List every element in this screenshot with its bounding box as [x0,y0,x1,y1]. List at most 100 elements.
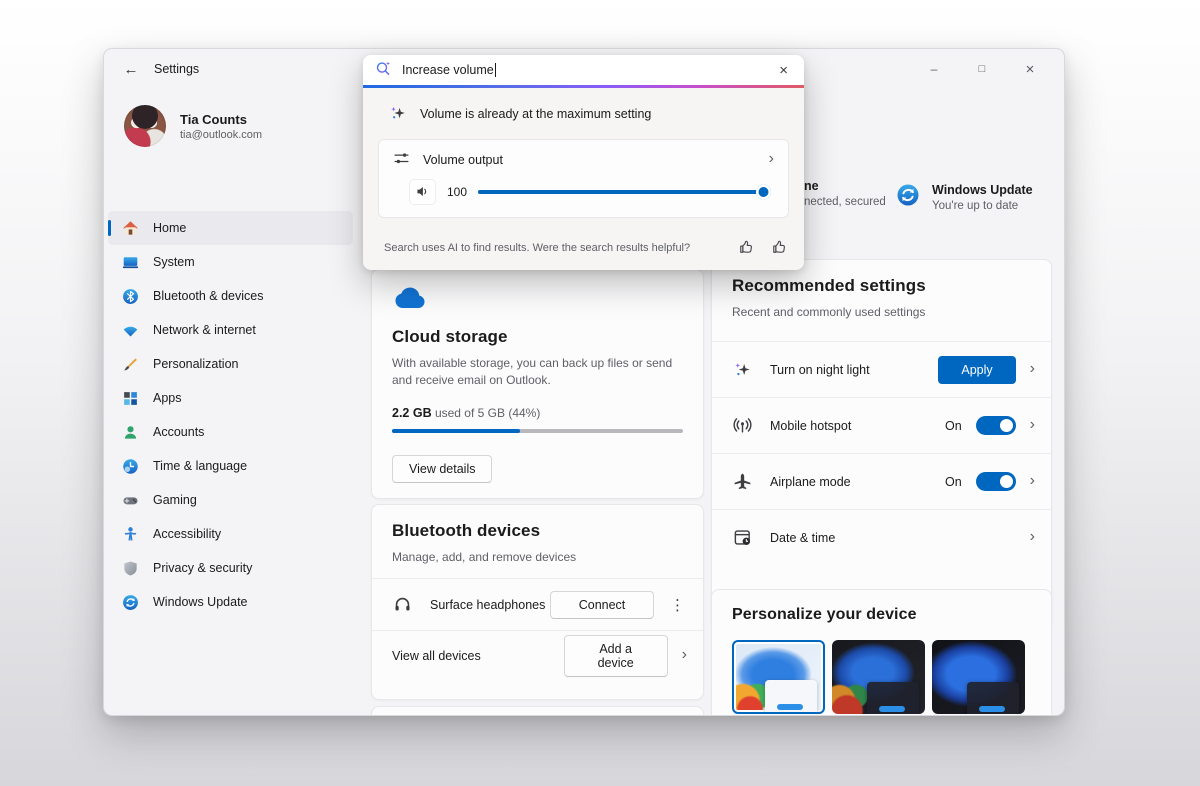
cloud-storage-description: With available storage, you can back up … [392,355,683,390]
connect-button[interactable]: Connect [550,591,654,619]
search-close-icon[interactable]: × [775,62,792,79]
sidebar-item-label: Accounts [153,425,204,439]
mobile-hotspot-row[interactable]: Mobile hotspot On › [712,397,1051,453]
maximize-icon: □ [979,63,986,75]
sidebar-item-system[interactable]: System [108,245,353,279]
sidebar-item-label: Gaming [153,493,197,507]
ai-sparkle-icon [389,104,407,125]
date-time-label: Date & time [770,531,835,545]
sidebar-item-accounts[interactable]: Accounts [108,415,353,449]
volume-slider[interactable] [478,190,764,194]
speaker-button[interactable] [409,179,436,205]
network-status-fragment: nected, secured [804,196,886,208]
chevron-right-icon[interactable]: › [1030,361,1035,379]
more-options-icon[interactable]: ⋮ [668,596,687,614]
bluetooth-title: Bluetooth devices [392,521,683,541]
shield-icon [122,560,139,577]
theme-thumbnail-dark[interactable] [832,640,925,714]
sidebar: Tia Counts tia@outlook.com Home System B… [104,89,361,715]
windows-update-status-card[interactable]: Windows Update You're up to date [896,183,1033,212]
maximize-button[interactable]: □ [962,56,1002,82]
bluetooth-device-row[interactable]: Surface headphones Connect ⋮ [372,578,703,630]
back-arrow-icon: ← [124,61,139,78]
hotspot-state: On [945,419,962,433]
ai-answer-text: Volume is already at the maximum setting [420,107,651,121]
volume-slider-thumb[interactable] [756,184,771,199]
sidebar-item-time-language[interactable]: Time & language [108,449,353,483]
sidebar-item-windows-update[interactable]: Windows Update [108,585,353,619]
system-icon [122,254,139,271]
network-name-fragment: ne [804,179,886,193]
sidebar-item-gaming[interactable]: Gaming [108,483,353,517]
volume-output-card[interactable]: Volume output › 100 [378,139,789,218]
night-light-label: Turn on night light [770,363,870,377]
volume-mixer-icon [393,150,410,170]
sidebar-nav: Home System Bluetooth & devices Network … [108,211,353,619]
sidebar-item-label: Bluetooth & devices [153,289,264,303]
sidebar-item-label: Privacy & security [153,561,252,575]
device-name: Surface headphones [430,598,545,612]
theme-thumbnails [732,640,1031,714]
search-gradient-underline [363,85,804,88]
chevron-right-icon[interactable]: › [1030,473,1035,491]
date-time-row[interactable]: Date & time › [712,509,1051,565]
paintbrush-icon [122,356,139,373]
view-all-devices-row[interactable]: View all devices Add a device › [372,630,703,680]
windows-update-title: Windows Update [932,183,1033,197]
back-button[interactable]: ← [118,57,144,81]
window-title: Settings [154,62,199,76]
sidebar-item-home[interactable]: Home [108,211,353,245]
search-input[interactable]: Increase volume [402,63,496,77]
theme-thumbnail-light[interactable] [732,640,825,714]
personalize-title: Personalize your device [732,606,1031,624]
personalize-card: Personalize your device [711,589,1052,716]
add-device-button[interactable]: Add a device [564,635,668,677]
sidebar-item-apps[interactable]: Apps [108,381,353,415]
night-light-row[interactable]: Turn on night light Apply › [712,341,1051,397]
search-footer-text: Search uses AI to find results. Were the… [384,242,690,254]
headphones-icon [392,595,412,615]
cloud-storage-card: Cloud storage With available storage, yo… [371,269,704,499]
chevron-right-icon[interactable]: › [1030,529,1035,547]
update-icon [122,594,139,611]
airplane-state: On [945,475,962,489]
sidebar-item-label: Personalization [153,357,238,371]
sidebar-item-privacy-security[interactable]: Privacy & security [108,551,353,585]
search-bar[interactable]: Increase volume × [363,55,804,85]
bluetooth-subtitle: Manage, add, and remove devices [392,549,683,566]
mobile-hotspot-label: Mobile hotspot [770,419,851,433]
sidebar-item-label: Apps [153,391,182,405]
airplane-icon [732,472,752,492]
hotspot-toggle[interactable] [976,416,1016,435]
sidebar-item-personalization[interactable]: Personalization [108,347,353,381]
gamepad-icon [122,492,139,509]
sidebar-item-accessibility[interactable]: Accessibility [108,517,353,551]
recommended-subtitle: Recent and commonly used settings [732,304,1031,321]
airplane-mode-row[interactable]: Airplane mode On › [712,453,1051,509]
home-icon [122,220,139,237]
apps-grid-icon [122,390,139,407]
sidebar-item-network-internet[interactable]: Network & internet [108,313,353,347]
volume-value: 100 [436,185,478,199]
chevron-right-icon[interactable]: › [682,647,687,665]
close-button[interactable]: × [1010,56,1050,82]
chevron-right-icon[interactable]: › [1030,417,1035,435]
view-details-button[interactable]: View details [392,455,492,483]
recommended-title: Recommended settings [732,276,1031,296]
volume-output-title: Volume output [423,153,503,167]
thumbs-down-icon[interactable] [771,238,788,258]
apply-button[interactable]: Apply [938,356,1015,384]
minimize-icon: – [931,62,938,76]
chevron-right-icon[interactable]: › [769,151,774,169]
bluetooth-devices-card: Bluetooth devices Manage, add, and remov… [371,504,704,700]
minimize-button[interactable]: – [914,56,954,82]
airplane-toggle[interactable] [976,472,1016,491]
search-flyout: Increase volume × Volume is already at t… [363,55,804,270]
user-profile[interactable]: Tia Counts tia@outlook.com [124,105,262,147]
cloud-icon [392,286,683,315]
theme-thumbnail-darker[interactable] [932,640,1025,714]
thumbs-up-icon[interactable] [738,238,755,258]
user-email: tia@outlook.com [180,129,262,141]
network-status-card-partial[interactable]: ne nected, secured [804,179,886,208]
sidebar-item-bluetooth-devices[interactable]: Bluetooth & devices [108,279,353,313]
